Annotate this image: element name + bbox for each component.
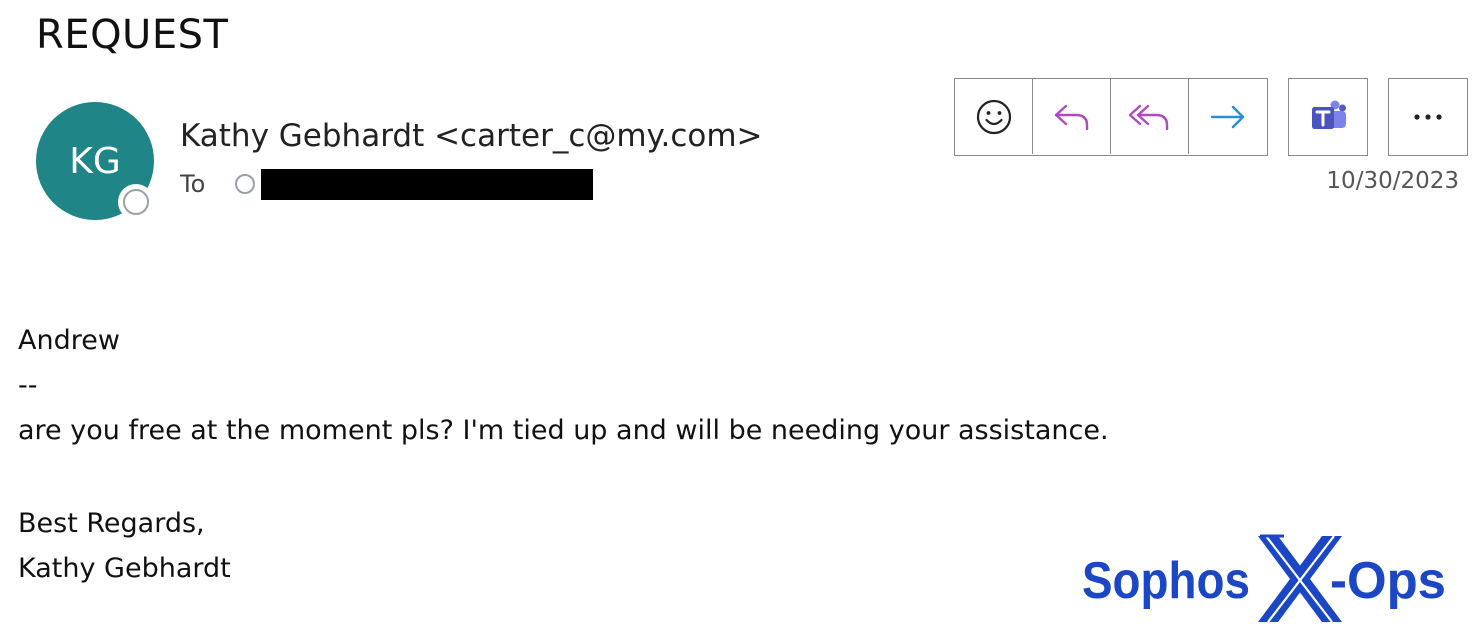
sophos-x-ops-logo: Sophos -Ops [1082,534,1446,623]
body-closing: Best Regards, [18,508,205,539]
body-message: are you free at the moment pls? I'm tied… [18,415,1109,446]
teams-button-wrap [1288,78,1368,156]
more-icon [1414,113,1442,120]
avatar-initials: KG [69,140,121,182]
received-date: 10/30/2023 [1326,168,1459,194]
reply-button[interactable] [1033,79,1111,154]
email-reading-pane: REQUEST KG Kathy Gebhardt <carter_c@my.c… [0,0,1481,630]
to-label: To [180,170,206,198]
forward-button[interactable] [1189,79,1267,154]
action-button-group [954,78,1268,156]
svg-text:-Ops: -Ops [1330,552,1446,610]
smiley-icon [976,99,1011,134]
teams-icon [1312,100,1346,129]
share-to-teams-button[interactable] [1289,79,1367,154]
more-actions-button[interactable] [1389,79,1467,154]
body-greeting: Andrew [18,325,120,356]
message-toolbar [954,78,1468,156]
email-body: Andrew -- are you free at the moment pls… [18,318,1109,591]
email-subject: REQUEST [36,12,229,58]
presence-status-icon [118,184,154,220]
recipient-row: To [180,168,594,200]
body-separator: -- [18,370,38,401]
svg-text:Sophos: Sophos [1082,552,1250,610]
reply-icon [1054,104,1088,130]
sender-name[interactable]: Kathy Gebhardt <carter_c@my.com> [180,118,763,154]
body-signature: Kathy Gebhardt [18,553,231,584]
forward-icon [1210,105,1245,128]
reply-all-icon [1128,104,1168,130]
react-button[interactable] [955,79,1033,154]
recipient-redacted [261,168,594,200]
recipient-presence-icon [235,174,256,194]
more-button-wrap [1388,78,1468,156]
reply-all-button[interactable] [1111,79,1189,154]
